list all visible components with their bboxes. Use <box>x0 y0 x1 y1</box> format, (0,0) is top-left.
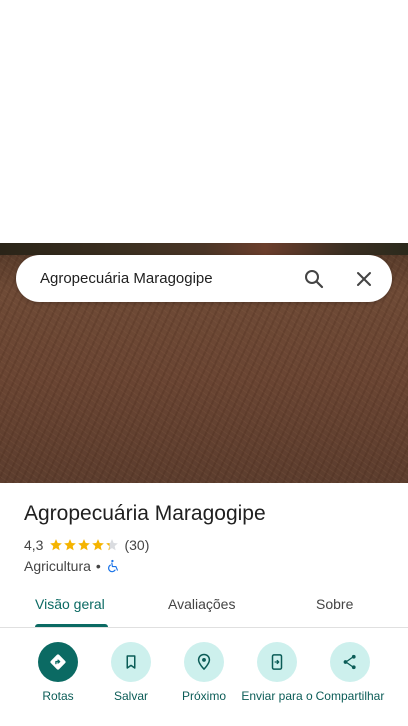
directions-icon <box>50 654 66 670</box>
send-to-phone-circle <box>257 642 297 682</box>
search-icon[interactable] <box>302 267 326 291</box>
nearby-label: Próximo <box>181 689 226 703</box>
tab-reviews[interactable]: Avaliações <box>168 596 235 612</box>
nearby-circle <box>184 642 224 682</box>
separator-dot: • <box>95 558 101 574</box>
search-input[interactable]: Agropecuária Maragogipe <box>40 270 392 287</box>
send-to-phone-label: Enviar para o <box>241 689 313 703</box>
star-icon <box>64 539 77 551</box>
nearby-icon <box>197 653 211 671</box>
save-label: Salvar <box>113 689 148 703</box>
send-to-phone-icon <box>271 654 283 670</box>
wheelchair-accessible-icon <box>107 559 118 573</box>
star-icon <box>92 539 105 551</box>
save-circle <box>111 642 151 682</box>
share-button[interactable]: Compartilhar <box>310 642 390 703</box>
category-row: Agricultura • <box>24 556 394 576</box>
nearby-button[interactable]: Próximo <box>164 642 244 703</box>
map-area-blank <box>0 0 408 243</box>
share-circle <box>330 642 370 682</box>
action-bar: Rotas Salvar Próximo Enviar para o Compa… <box>0 640 408 726</box>
star-rating <box>49 538 119 552</box>
category-label: Agricultura <box>24 558 91 574</box>
rating-row[interactable]: 4,3 (30) <box>24 535 394 555</box>
directions-circle <box>38 642 78 682</box>
star-icon <box>106 539 119 551</box>
place-tabs: Visão geral Avaliações Sobre <box>0 584 408 628</box>
rating-value: 4,3 <box>24 537 44 553</box>
star-icon <box>78 539 91 551</box>
review-count[interactable]: (30) <box>124 537 149 553</box>
star-icon <box>50 539 63 551</box>
bookmark-icon <box>126 655 136 669</box>
directions-label: Rotas <box>42 689 74 703</box>
send-to-phone-button[interactable]: Enviar para o <box>237 642 317 703</box>
place-title: Agropecuária Maragogipe <box>24 502 266 525</box>
photo-treeline <box>0 243 408 255</box>
close-icon[interactable] <box>352 267 376 291</box>
search-bar[interactable]: Agropecuária Maragogipe <box>16 255 392 302</box>
save-button[interactable]: Salvar <box>91 642 171 703</box>
directions-button[interactable]: Rotas <box>18 642 98 703</box>
tab-overview[interactable]: Visão geral <box>35 596 105 612</box>
tab-about[interactable]: Sobre <box>316 596 353 612</box>
tab-active-indicator <box>35 624 108 627</box>
share-icon <box>343 654 356 670</box>
place-info: Agropecuária Maragogipe 4,3 (30) Agricul… <box>24 500 394 576</box>
share-label: Compartilhar <box>315 689 385 703</box>
